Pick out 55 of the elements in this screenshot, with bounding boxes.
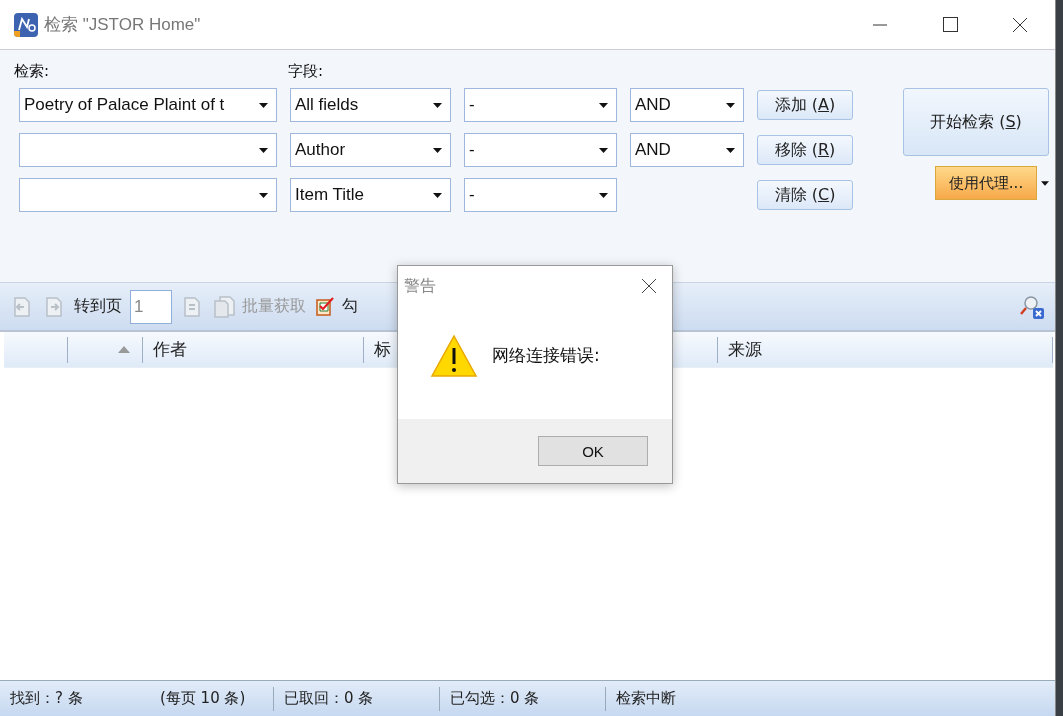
caret-icon — [726, 147, 735, 153]
close-icon[interactable] — [641, 278, 657, 294]
minimize-icon[interactable] — [873, 23, 887, 26]
dropdown-field[interactable]: All fields — [290, 88, 451, 122]
app-logo-icon — [14, 12, 38, 37]
close-icon[interactable] — [1012, 16, 1028, 33]
column-header[interactable]: 标 — [374, 338, 391, 361]
dropdown-field[interactable] — [19, 133, 277, 167]
action-button[interactable]: 添加 (A) — [757, 90, 853, 120]
dialog-message: 网络连接错误: — [492, 344, 600, 367]
caret-icon — [433, 192, 442, 198]
column-header[interactable]: 作者 — [153, 338, 187, 361]
caret-icon — [259, 147, 268, 153]
dropdown-field[interactable]: AND — [630, 88, 744, 122]
status-text: (每页 10 条) — [150, 686, 274, 711]
warning-icon — [430, 333, 478, 378]
action-button[interactable]: 移除 (R) — [757, 135, 853, 165]
pages-icon — [212, 294, 238, 319]
dropdown-field[interactable]: - — [464, 133, 617, 167]
status-text: 检索中断 — [615, 688, 677, 709]
maximize-icon[interactable] — [942, 17, 958, 32]
field-label: 字段: — [288, 61, 325, 81]
dropdown-field[interactable]: AND — [630, 133, 744, 167]
window-title: 检索 "JSTOR Home" — [44, 14, 201, 36]
caret-icon — [726, 102, 735, 108]
dropdown-field[interactable]: Item Title — [290, 178, 451, 212]
caret-icon[interactable] — [1041, 180, 1049, 186]
caret-icon — [433, 102, 442, 108]
dropdown-field[interactable]: Poetry of Palace Plaint of t — [19, 88, 277, 122]
clear-search-button[interactable] — [1019, 293, 1045, 320]
caret-icon — [599, 147, 608, 153]
caret-icon — [599, 192, 608, 198]
dropdown-field[interactable]: Author — [290, 133, 451, 167]
column-header[interactable]: 来源 — [728, 338, 762, 361]
dropdown-field[interactable] — [19, 178, 277, 212]
search-clear-icon — [1019, 293, 1045, 320]
caret-icon — [433, 147, 442, 153]
caret-icon — [259, 102, 268, 108]
sort-ascending-icon[interactable] — [118, 346, 130, 353]
caret-icon — [259, 192, 268, 198]
status-text: 找到：? 条 — [9, 688, 84, 709]
start-search-button[interactable]: 开始检索 (S) — [903, 88, 1049, 156]
ok-button[interactable]: OK — [538, 436, 648, 466]
page-number-field[interactable]: 1 — [130, 289, 172, 324]
check-button[interactable]: 勾 — [314, 294, 358, 319]
status-text: 已取回：0 条 — [274, 686, 440, 711]
dialog-title: 警告 — [404, 275, 436, 297]
search-label: 检索: — [14, 61, 51, 81]
goto-page-label: 转到页 — [74, 296, 122, 317]
dropdown-field[interactable]: - — [464, 178, 617, 212]
status-text: 已勾选：0 条 — [440, 686, 606, 711]
caret-icon — [599, 102, 608, 108]
dropdown-field[interactable]: - — [464, 88, 617, 122]
proxy-button[interactable]: 使用代理... — [935, 166, 1037, 200]
action-button[interactable]: 清除 (C) — [757, 180, 853, 210]
